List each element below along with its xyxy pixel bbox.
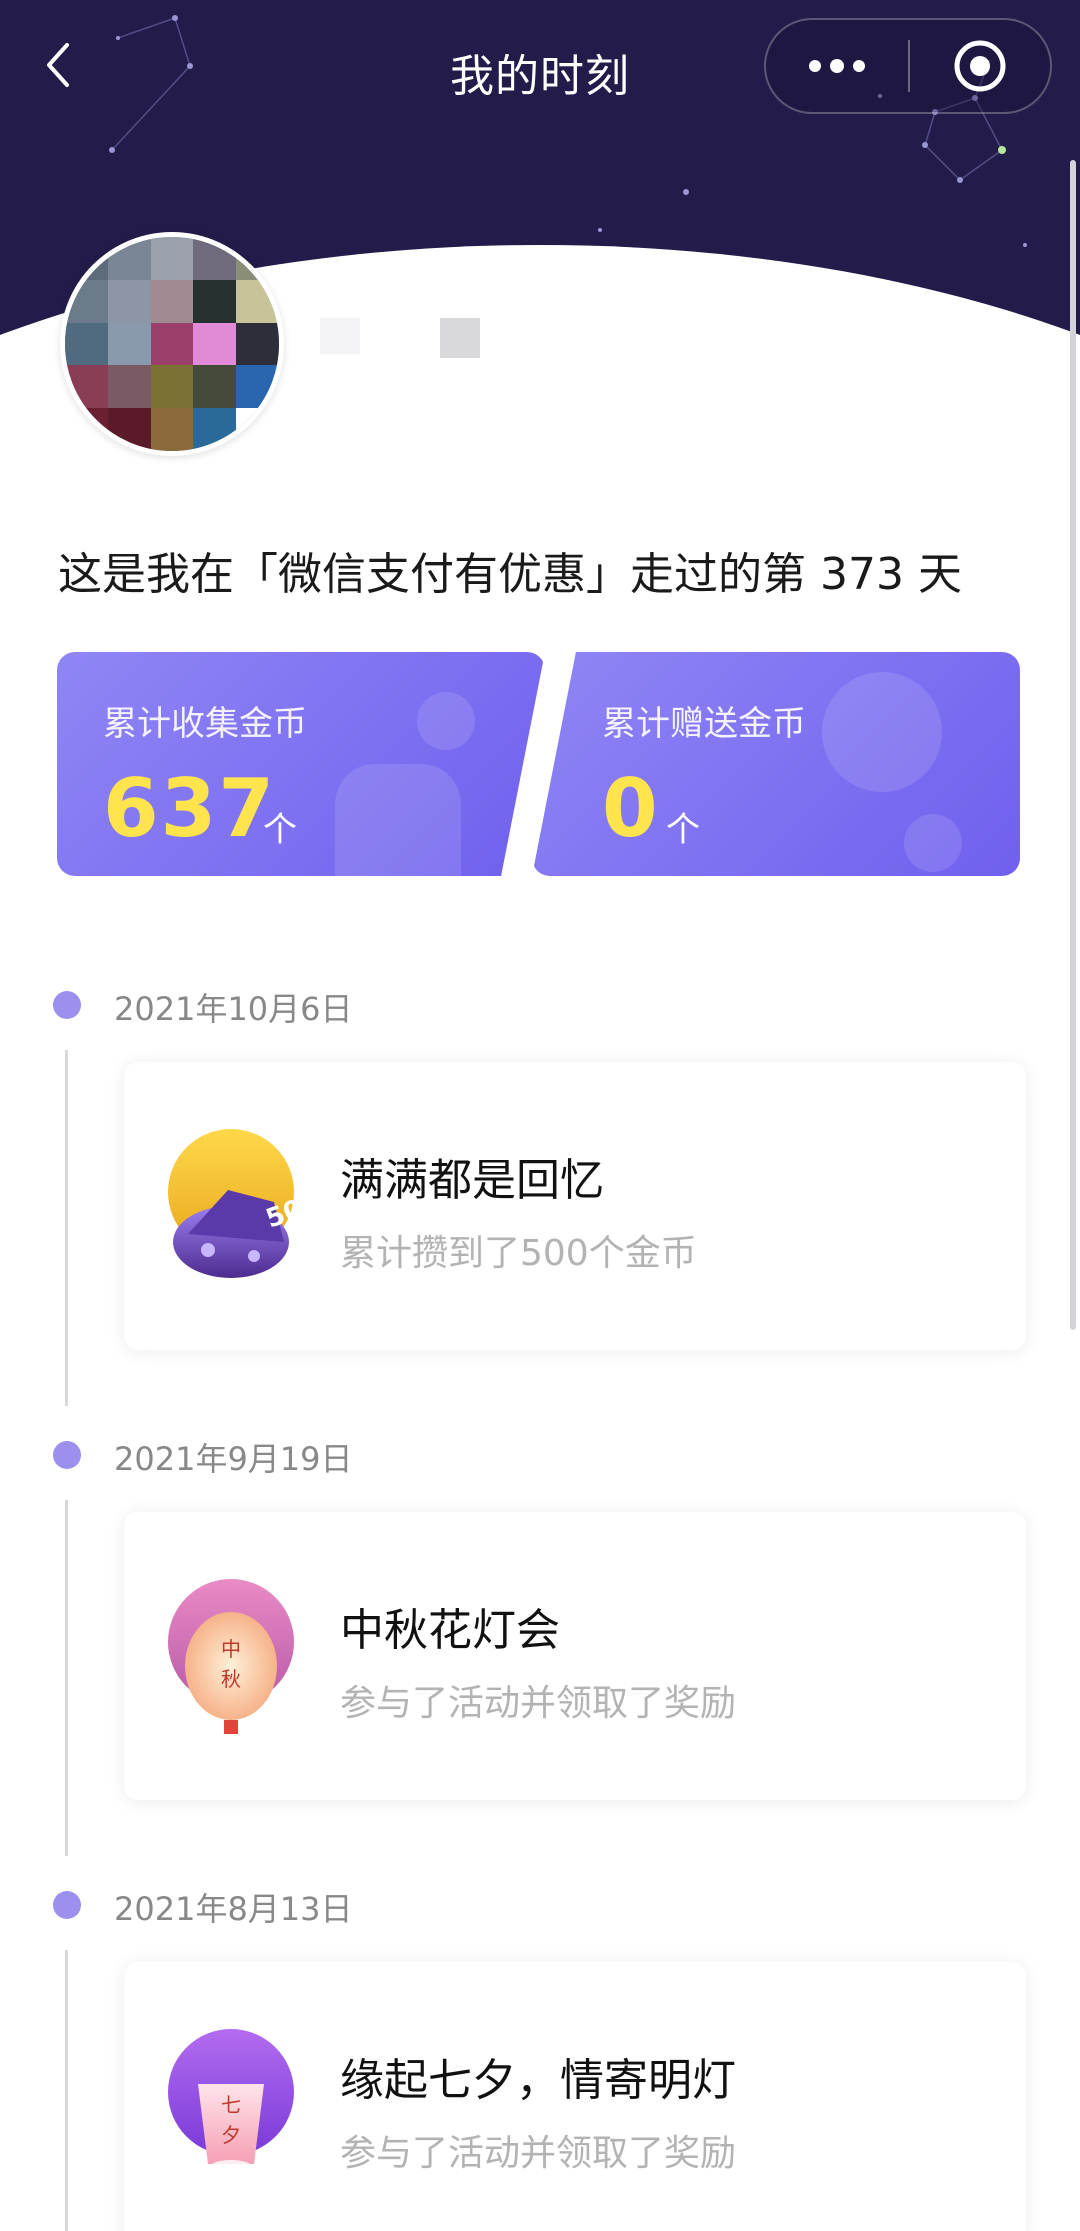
more-dots-icon [809, 59, 865, 73]
timeline-line [65, 1950, 68, 2231]
gifted-coins-value: 0 [602, 762, 660, 855]
scrollbar[interactable] [1070, 160, 1076, 1330]
collected-coins-value: 637 [103, 762, 276, 855]
coin-500-icon: 500 [168, 1129, 296, 1278]
timeline-dot [53, 1891, 81, 1919]
avatar[interactable] [60, 232, 284, 456]
collected-coins-card: 累计收集金币 637 个 [57, 652, 545, 876]
card-subtitle: 累计攒到了500个金币 [340, 1233, 697, 1274]
svg-text:秋: 秋 [221, 1667, 241, 1691]
timeline-dot [53, 991, 81, 1019]
timeline-date: 2021年9月19日 [114, 1440, 353, 1478]
gifted-coins-unit: 个 [666, 810, 700, 850]
mini-program-capsule [764, 18, 1052, 114]
svg-text:七: 七 [221, 2093, 241, 2117]
card-subtitle: 参与了活动并领取了奖励 [340, 2133, 737, 2174]
svg-text:中: 中 [221, 1637, 241, 1661]
timeline-date: 2021年10月6日 [114, 990, 353, 1028]
timeline-card-memories[interactable]: 500 满满都是回忆 累计攒到了500个金币 [124, 1062, 1026, 1350]
more-button[interactable] [766, 20, 908, 112]
collected-coins-label: 累计收集金币 [103, 704, 307, 744]
timeline-line [65, 1500, 68, 1856]
svg-text:夕: 夕 [221, 2123, 241, 2147]
gifted-coins-label: 累计赠送金币 [602, 704, 806, 744]
username-blur [320, 318, 360, 354]
lantern-mid-autumn-icon: 中 秋 [168, 1579, 294, 1734]
gifted-coins-card: 累计赠送金币 0 个 [532, 652, 1020, 876]
target-circle-icon [954, 40, 1006, 92]
collected-coins-unit: 个 [263, 810, 297, 850]
card-title: 中秋花灯会 [340, 1605, 560, 1656]
card-title: 缘起七夕，情寄明灯 [340, 2055, 736, 2106]
username-blur [440, 318, 480, 358]
timeline-dot [53, 1441, 81, 1469]
lantern-qixi-icon: 七 夕 [168, 2029, 294, 2172]
card-subtitle: 参与了活动并领取了奖励 [340, 1683, 737, 1724]
card-title: 满满都是回忆 [340, 1155, 604, 1206]
timeline-date: 2021年8月13日 [114, 1890, 353, 1928]
timeline-line [65, 1050, 68, 1406]
membership-days-text: 这是我在「微信支付有优惠」走过的第 373 天 [58, 549, 962, 600]
close-button[interactable] [910, 20, 1050, 112]
timeline-card-mid-autumn[interactable]: 中 秋 中秋花灯会 参与了活动并领取了奖励 [124, 1512, 1026, 1800]
timeline-card-qixi[interactable]: 七 夕 缘起七夕，情寄明灯 参与了活动并领取了奖励 [124, 1962, 1026, 2231]
